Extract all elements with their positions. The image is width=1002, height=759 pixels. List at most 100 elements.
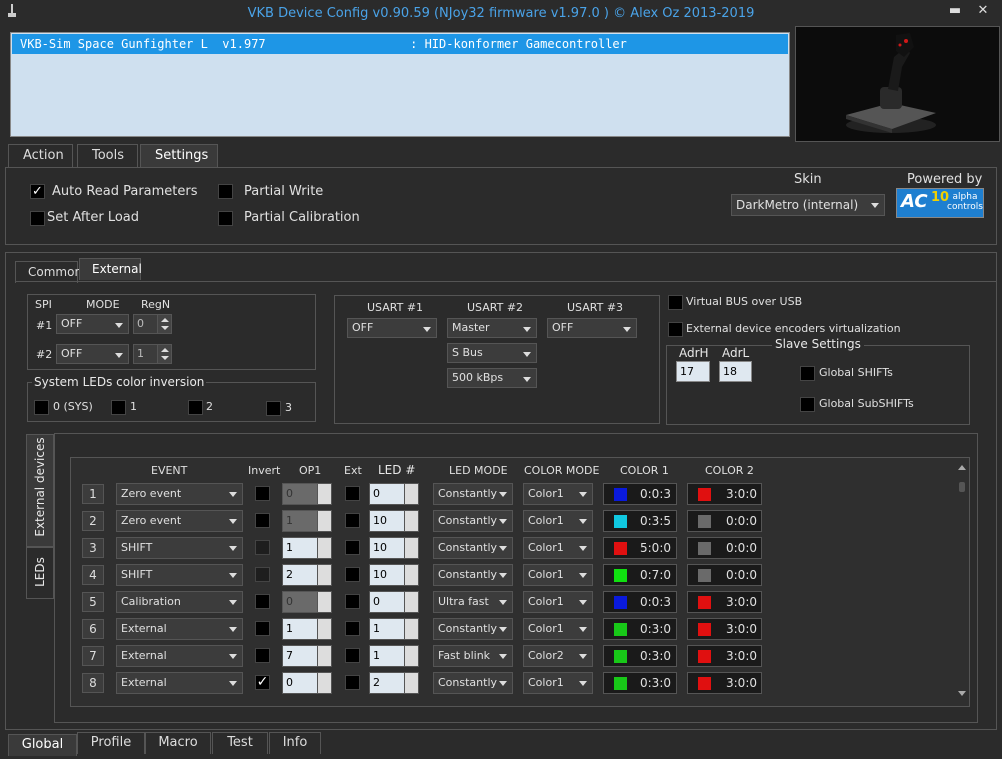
ext-checkbox[interactable] [345,513,360,528]
color-mode-select[interactable]: Color1 [523,564,593,586]
updown-icon[interactable] [317,619,331,639]
led-mode-select[interactable]: Ultra fast [433,591,513,613]
ext-checkbox[interactable] [345,675,360,690]
device-list[interactable]: VKB-Sim Space Gunfighter L v1.977 : HID-… [10,32,790,137]
ext-checkbox[interactable] [345,621,360,636]
led-number-stepper[interactable]: 2 [369,672,419,694]
ext-checkbox[interactable] [345,486,360,501]
color1-button[interactable]: 0:3:0 [603,645,677,667]
device-list-row[interactable]: VKB-Sim Space Gunfighter L v1.977 : HID-… [12,34,788,54]
op1-stepper[interactable]: 1 [282,510,332,532]
op1-stepper[interactable]: 0 [282,483,332,505]
color-mode-select[interactable]: Color2 [523,645,593,667]
spi1-mode-select[interactable]: OFF [56,314,129,334]
led-number-stepper[interactable]: 1 [369,618,419,640]
color2-button[interactable]: 3:0:0 [687,645,762,667]
invert-checkbox[interactable]: ✓ [255,675,270,690]
updown-icon[interactable] [404,619,418,639]
color-mode-select[interactable]: Color1 [523,672,593,694]
ext-encoders-checkbox[interactable] [668,322,683,337]
set-after-load-checkbox[interactable] [30,211,45,226]
op1-stepper[interactable]: 7 [282,645,332,667]
color-mode-select[interactable]: Color1 [523,591,593,613]
color2-button[interactable]: 0:0:0 [687,564,762,586]
led-number-stepper[interactable]: 0 [369,591,419,613]
inversion-1-checkbox[interactable] [111,400,126,415]
event-select[interactable]: SHIFT [116,564,243,586]
auto-read-checkbox[interactable]: ✓ [30,184,45,199]
event-select[interactable]: External [116,618,243,640]
updown-icon[interactable] [404,646,418,666]
led-mode-select[interactable]: Constantly [433,510,513,532]
global-subshifts-checkbox[interactable] [800,397,815,412]
led-number-stepper[interactable]: 10 [369,564,419,586]
led-mode-select[interactable]: Fast blink [433,645,513,667]
invert-checkbox[interactable] [255,486,270,501]
updown-icon[interactable] [404,592,418,612]
color1-button[interactable]: 0:0:3 [603,591,677,613]
updown-icon[interactable] [404,511,418,531]
updown-icon[interactable] [317,646,331,666]
tab-macro[interactable]: Macro [145,732,211,754]
partial-write-checkbox[interactable] [218,184,233,199]
updown-icon[interactable] [317,592,331,612]
tab-global[interactable]: Global [8,734,77,756]
event-select[interactable]: Calibration [116,591,243,613]
ext-checkbox[interactable] [345,567,360,582]
color1-button[interactable]: 0:3:5 [603,510,677,532]
minimize-button[interactable]: ▬ [946,2,964,20]
ext-checkbox[interactable] [345,594,360,609]
virtual-bus-checkbox[interactable] [668,295,683,310]
tab-test[interactable]: Test [212,732,268,754]
color2-button[interactable]: 0:0:0 [687,537,762,559]
side-tab-external-devices[interactable]: External devices [26,434,54,547]
invert-checkbox[interactable] [255,540,270,555]
invert-checkbox[interactable] [255,513,270,528]
usart2-speed-select[interactable]: 500 kBps [447,368,537,388]
op1-stepper[interactable]: 0 [282,591,332,613]
color2-button[interactable]: 3:0:0 [687,618,762,640]
scroll-up-icon[interactable] [958,465,966,470]
op1-stepper[interactable]: 1 [282,537,332,559]
op1-stepper[interactable]: 0 [282,672,332,694]
updown-icon[interactable] [404,538,418,558]
tab-info[interactable]: Info [269,732,321,754]
color-mode-select[interactable]: Color1 [523,510,593,532]
op1-stepper[interactable]: 1 [282,618,332,640]
usart3-select[interactable]: OFF [547,318,637,338]
updown-icon[interactable] [404,565,418,585]
color-mode-select[interactable]: Color1 [523,618,593,640]
led-number-stepper[interactable]: 1 [369,645,419,667]
close-button[interactable]: ✕ [974,2,992,20]
tab-action[interactable]: Action [8,144,73,168]
global-shifts-checkbox[interactable] [800,366,815,381]
tab-profile[interactable]: Profile [77,732,145,754]
color1-button[interactable]: 0:3:0 [603,618,677,640]
adrh-input[interactable]: 17 [676,361,710,382]
color2-button[interactable]: 3:0:0 [687,672,762,694]
led-mode-select[interactable]: Constantly [433,618,513,640]
event-select[interactable]: Zero event [116,510,243,532]
event-select[interactable]: External [116,672,243,694]
event-select[interactable]: External [116,645,243,667]
event-select[interactable]: SHIFT [116,537,243,559]
color1-button[interactable]: 5:0:0 [603,537,677,559]
led-table-scrollbar[interactable] [956,462,968,700]
invert-checkbox[interactable] [255,648,270,663]
led-mode-select[interactable]: Constantly [433,483,513,505]
color-mode-select[interactable]: Color1 [523,483,593,505]
led-mode-select[interactable]: Constantly [433,564,513,586]
updown-icon[interactable] [404,484,418,504]
spi2-mode-select[interactable]: OFF [56,344,129,364]
tab-tools[interactable]: Tools [77,144,138,168]
usart2-bus-select[interactable]: S Bus [447,343,537,363]
updown-icon[interactable] [317,511,331,531]
inversion-0-checkbox[interactable] [34,400,49,415]
color-mode-select[interactable]: Color1 [523,537,593,559]
color1-button[interactable]: 0:7:0 [603,564,677,586]
inversion-2-checkbox[interactable] [188,400,203,415]
color1-button[interactable]: 0:0:3 [603,483,677,505]
invert-checkbox[interactable] [255,567,270,582]
usart1-select[interactable]: OFF [347,318,437,338]
updown-icon[interactable] [317,484,331,504]
